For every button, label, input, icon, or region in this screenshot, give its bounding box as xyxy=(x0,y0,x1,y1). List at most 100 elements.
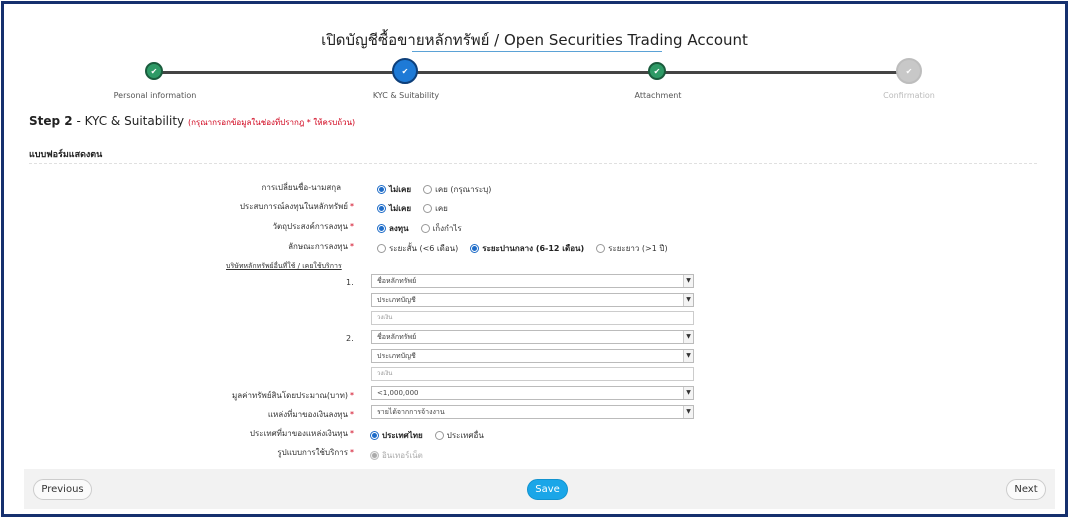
broker-2-number: 2. xyxy=(346,334,354,343)
step-separator: - xyxy=(72,114,85,128)
name-change-option-yes-text: เคย (กรุณาระบุ) xyxy=(435,185,492,194)
chevron-down-icon: ▼ xyxy=(683,331,693,343)
income-source-value: รายได้จากการจ้างงาน xyxy=(377,408,445,416)
broker-1-credit-placeholder: วงเงิน xyxy=(377,314,393,321)
step-4-check-icon: ✔ xyxy=(896,58,922,84)
invest-type-option-medium-text: ระยะปานกลาง (6-12 เดือน) xyxy=(482,244,585,253)
invest-experience-option-yes[interactable]: เคย xyxy=(423,202,448,215)
chevron-down-icon: ▼ xyxy=(683,275,693,287)
invest-type-option-short[interactable]: ระยะสั้น (<6 เดือน) xyxy=(377,242,458,255)
invest-type-label: ลักษณะการลงทุน * xyxy=(24,240,354,253)
chevron-down-icon: ▼ xyxy=(683,387,693,399)
income-source-label-text: แหล่งที่มาของเงินลงทุน xyxy=(267,410,348,419)
radio-selected-icon xyxy=(377,204,386,213)
broker-2-account-type-select[interactable]: ประเภทบัญชี ▼ xyxy=(371,349,694,363)
required-star: * xyxy=(350,448,354,457)
radio-selected-icon xyxy=(370,431,379,440)
service-type-radio-group: อินเทอร์เน็ต xyxy=(370,449,435,462)
name-change-radio-group: ไม่เคย เคย (กรุณาระบุ) xyxy=(377,183,503,196)
step-1-check-icon: ✔ xyxy=(145,62,163,80)
section-title: แบบฟอร์มแสดงตน xyxy=(29,150,103,160)
radio-unselected-icon xyxy=(377,244,386,253)
name-change-option-never[interactable]: ไม่เคย xyxy=(377,183,411,196)
window-frame: เปิดบัญชีซื้อขายหลักทรัพย์ / Open Securi… xyxy=(1,1,1068,517)
income-country-radio-group: ประเทศไทย ประเทศอื่น xyxy=(370,429,496,442)
required-star: * xyxy=(350,202,354,211)
required-note: (กรุณากรอกข้อมูลในช่องที่ปรากฎ * ให้ครบถ… xyxy=(187,118,356,127)
invest-experience-label: ประสบการณ์ลงทุนในหลักทรัพย์ * xyxy=(24,200,354,213)
income-country-option-other-text: ประเทศอื่น xyxy=(446,431,484,440)
broker-2-credit-input[interactable]: วงเงิน xyxy=(371,367,694,381)
service-type-label-text: รูปแบบการใช้บริการ xyxy=(277,448,348,457)
progress-track xyxy=(156,71,912,74)
next-button[interactable]: Next xyxy=(1006,479,1046,500)
broker-2-name-select[interactable]: ชื่อหลักทรัพย์ ▼ xyxy=(371,330,694,344)
invest-type-option-short-text: ระยะสั้น (<6 เดือน) xyxy=(389,244,459,253)
step-2-label: KYC & Suitability xyxy=(372,91,440,100)
objective-label-text: วัตถุประสงค์การลงทุน xyxy=(272,222,348,231)
step-1-label: Personal information xyxy=(113,91,197,100)
radio-unselected-icon xyxy=(596,244,606,253)
required-star: * xyxy=(350,429,354,438)
total-assets-label: มูลค่าทรัพย์สินโดยประมาณ(บาท) * xyxy=(24,389,354,402)
invest-type-label-text: ลักษณะการลงทุน xyxy=(288,242,348,251)
total-assets-value: <1,000,000 xyxy=(377,389,419,397)
required-star: * xyxy=(350,222,354,231)
objective-option-invest[interactable]: ลงทุน xyxy=(377,222,409,235)
income-source-label: แหล่งที่มาของเงินลงทุน * xyxy=(24,408,354,421)
income-country-option-thailand[interactable]: ประเทศไทย xyxy=(370,429,423,442)
invest-experience-option-never-text: ไม่เคย xyxy=(389,204,412,213)
radio-disabled-icon xyxy=(370,451,379,460)
chevron-down-icon: ▼ xyxy=(683,406,693,418)
objective-label: วัตถุประสงค์การลงทุน * xyxy=(24,220,354,233)
objective-option-speculate[interactable]: เก็งกำไร xyxy=(420,222,462,235)
section-divider xyxy=(29,163,1037,164)
broker-2-account-type-value: ประเภทบัญชี xyxy=(377,352,416,360)
invest-experience-option-never[interactable]: ไม่เคย xyxy=(377,202,411,215)
radio-selected-icon xyxy=(377,224,386,233)
step-name: KYC & Suitability xyxy=(84,114,185,128)
invest-experience-option-yes-text: เคย xyxy=(435,204,448,213)
service-type-option-internet[interactable]: อินเทอร์เน็ต xyxy=(370,449,423,462)
broker-2-credit-placeholder: วงเงิน xyxy=(377,370,393,377)
radio-unselected-icon xyxy=(423,204,433,213)
save-button[interactable]: Save xyxy=(527,479,568,500)
required-star: * xyxy=(350,410,354,419)
invest-type-option-medium[interactable]: ระยะปานกลาง (6-12 เดือน) xyxy=(470,242,584,255)
broker-1-number: 1. xyxy=(346,278,354,287)
previous-button[interactable]: Previous xyxy=(33,479,92,500)
income-source-select[interactable]: รายได้จากการจ้างงาน ▼ xyxy=(371,405,694,419)
title-underline xyxy=(412,51,662,52)
broker-1-name-select[interactable]: ชื่อหลักทรัพย์ ▼ xyxy=(371,274,694,288)
objective-radio-group: ลงทุน เก็งกำไร xyxy=(377,222,474,235)
name-change-option-yes[interactable]: เคย (กรุณาระบุ) xyxy=(423,183,491,196)
invest-type-option-long[interactable]: ระยะยาว (>1 ปี) xyxy=(596,242,668,255)
income-country-label-text: ประเทศที่มาของแหล่งเงินทุน xyxy=(249,429,348,438)
total-assets-label-text: มูลค่าทรัพย์สินโดยประมาณ(บาท) xyxy=(231,391,348,400)
step-number: Step 2 xyxy=(29,114,73,128)
radio-selected-icon xyxy=(470,244,480,253)
broker-1-credit-input[interactable]: วงเงิน xyxy=(371,311,694,325)
income-country-label: ประเทศที่มาของแหล่งเงินทุน * xyxy=(24,427,354,440)
radio-unselected-icon xyxy=(423,185,433,194)
broker-1-account-type-select[interactable]: ประเภทบัญชี ▼ xyxy=(371,293,694,307)
invest-experience-label-text: ประสบการณ์ลงทุนในหลักทรัพย์ xyxy=(239,202,348,211)
chevron-down-icon: ▼ xyxy=(683,294,693,306)
step-3-label: Attachment xyxy=(634,91,682,100)
required-star: * xyxy=(350,242,354,251)
required-star: * xyxy=(350,391,354,400)
income-country-option-thailand-text: ประเทศไทย xyxy=(382,431,423,440)
invest-type-radio-group: ระยะสั้น (<6 เดือน) ระยะปานกลาง (6-12 เด… xyxy=(377,242,680,255)
radio-unselected-icon xyxy=(420,224,430,233)
total-assets-select[interactable]: <1,000,000 ▼ xyxy=(371,386,694,400)
form-footer: Previous Save Next xyxy=(24,469,1055,509)
service-type-option-internet-text: อินเทอร์เน็ต xyxy=(382,451,423,460)
invest-type-option-long-text: ระยะยาว (>1 ปี) xyxy=(608,244,668,253)
other-brokers-link[interactable]: บริษัทหลักทรัพย์อื่นที่ใช้ / เคยใช้บริกา… xyxy=(226,261,342,272)
income-country-option-other[interactable]: ประเทศอื่น xyxy=(434,429,484,442)
step-heading: Step 2 - KYC & Suitability (กรุณากรอกข้อ… xyxy=(29,114,355,129)
step-3-check-icon: ✔ xyxy=(648,62,666,80)
name-change-label: การเปลี่ยนชื่อ-นามสกุล xyxy=(11,181,342,194)
step-2-check-icon: ✔ xyxy=(392,58,418,84)
invest-experience-radio-group: ไม่เคย เคย xyxy=(377,202,460,215)
